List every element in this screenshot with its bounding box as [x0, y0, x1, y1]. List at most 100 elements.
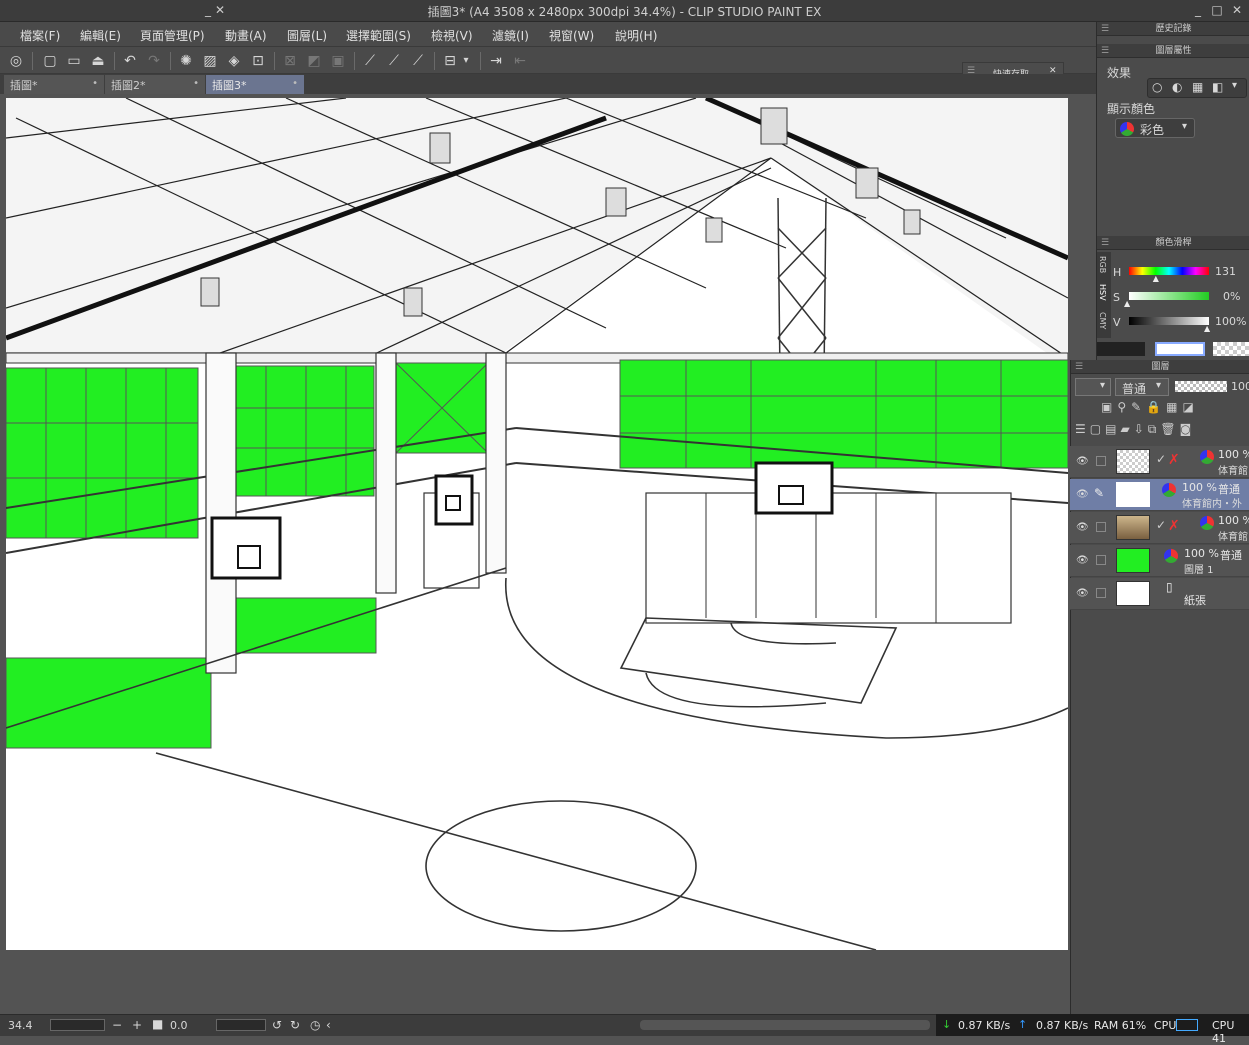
tab-illustration-3[interactable]: 插圖3* •	[206, 75, 304, 94]
tab-rgb[interactable]: RGB	[1098, 256, 1107, 273]
delete-layer-icon[interactable]: 🗑	[1160, 422, 1179, 436]
zoom-in-icon[interactable]: +	[132, 1018, 142, 1032]
redo-icon[interactable]: ↷	[144, 51, 164, 71]
draft-icon[interactable]: ✎	[1131, 400, 1146, 414]
v-value[interactable]: 100%	[1215, 315, 1246, 328]
value-slider-handle[interactable]: ▲	[1204, 324, 1210, 333]
tab-close-icon[interactable]: •	[92, 78, 98, 89]
visibility-eye-icon[interactable]: 👁	[1076, 588, 1089, 599]
tab-close-icon[interactable]: •	[193, 78, 199, 89]
layer-color-select[interactable]: ▾	[1075, 378, 1111, 396]
layer-row[interactable]: 👁 100 % 普通 圖層 1	[1070, 545, 1249, 577]
hue-slider-handle[interactable]: ▲	[1153, 274, 1159, 283]
open-file-icon[interactable]: ▭	[64, 51, 84, 71]
layer-row[interactable]: 👁 ✓ ✗ 100 % 体育館	[1070, 446, 1249, 478]
clip-icon[interactable]: ▣	[1101, 400, 1117, 414]
save-icon[interactable]: ⏏	[88, 51, 108, 71]
maximize-button[interactable]: □	[1209, 2, 1225, 18]
saturation-slider[interactable]	[1129, 292, 1209, 300]
lock-checkbox[interactable]	[1096, 555, 1106, 565]
new-folder-icon[interactable]: ▰	[1120, 422, 1133, 436]
menu-selection[interactable]: 選擇範圍(S)	[346, 27, 411, 44]
app-logo-icon[interactable]: ◎	[6, 51, 26, 71]
history-panel-header[interactable]: ☰ 歷史記錄	[1097, 22, 1249, 36]
special-ruler-snap-icon[interactable]: ⟋	[384, 51, 404, 71]
rotation-value[interactable]: 0.0	[170, 1019, 188, 1032]
layer-effect-icon[interactable]: ◧	[1212, 80, 1223, 94]
layer-property-panel-header[interactable]: ☰ 圖層屬性	[1097, 44, 1249, 58]
clear-icon[interactable]: ✺	[176, 51, 196, 71]
canvas-view-icon[interactable]: ⊟	[440, 51, 460, 71]
minimize-button[interactable]: _	[1190, 2, 1206, 18]
merge-icon[interactable]: ⧉	[1148, 422, 1161, 436]
ref-layer-icon[interactable]: ⚲	[1117, 400, 1131, 414]
lock-checkbox[interactable]	[1096, 588, 1106, 598]
new-vector-layer-icon[interactable]: ▤	[1105, 422, 1120, 436]
fit-icon[interactable]: ■	[152, 1017, 163, 1031]
value-slider[interactable]	[1129, 317, 1209, 325]
blend-mode-select[interactable]: 普通 ▾	[1115, 378, 1169, 396]
transform-icon[interactable]: ⊡	[248, 51, 268, 71]
rotate-left-icon[interactable]: ↺	[272, 1018, 282, 1032]
sub-color-swatch[interactable]	[1155, 342, 1205, 356]
zoom-out-icon[interactable]: −	[112, 1018, 122, 1032]
rotation-slider[interactable]	[216, 1019, 266, 1031]
opacity-value[interactable]: 100	[1231, 380, 1249, 393]
ruler-snap-icon[interactable]: ⟋	[360, 51, 380, 71]
opacity-slider[interactable]	[1175, 381, 1227, 392]
layer-row-paper[interactable]: 👁 ▯ 紙張	[1070, 578, 1249, 610]
zoom-value[interactable]: 34.4	[8, 1019, 33, 1032]
reset-rotation-icon[interactable]: ◷	[310, 1018, 320, 1032]
mask-icon[interactable]: ◪	[1183, 400, 1199, 414]
chevron-down-icon[interactable]: ▾	[1232, 80, 1237, 91]
tone-effect-icon[interactable]: ◐	[1172, 80, 1182, 94]
import-icon[interactable]: ⇥	[486, 51, 506, 71]
show-selection-icon[interactable]: ▣	[328, 51, 348, 71]
zoom-slider[interactable]	[50, 1019, 105, 1031]
main-color-swatch[interactable]	[1097, 342, 1145, 356]
invert-selection-icon[interactable]: ◩	[304, 51, 324, 71]
color-slider-panel-header[interactable]: ☰ 顏色滑桿	[1097, 236, 1249, 250]
lock-checkbox[interactable]	[1096, 522, 1106, 532]
visibility-eye-icon[interactable]: 👁	[1076, 489, 1089, 500]
layer-panel-menu-icon[interactable]: ☰	[1075, 422, 1090, 436]
menu-animation[interactable]: 動畫(A)	[225, 27, 267, 44]
menu-help[interactable]: 說明(H)	[615, 27, 657, 44]
new-raster-layer-icon[interactable]: ▢	[1090, 422, 1105, 436]
tab-close-icon[interactable]: •	[292, 78, 298, 89]
rotate-right-icon[interactable]: ↻	[290, 1018, 300, 1032]
visibility-eye-icon[interactable]: 👁	[1076, 522, 1089, 533]
transparent-color-swatch[interactable]	[1213, 342, 1249, 356]
transfer-down-icon[interactable]: ⇩	[1134, 422, 1148, 436]
tab-hsv[interactable]: HSV	[1098, 284, 1107, 301]
chevron-down-icon[interactable]: ▾	[460, 51, 472, 71]
drawing-canvas[interactable]	[6, 98, 1068, 950]
menu-edit[interactable]: 編輯(E)	[80, 27, 121, 44]
menu-window[interactable]: 視窗(W)	[549, 27, 594, 44]
mask-add-icon[interactable]: ◙	[1180, 422, 1196, 436]
menu-page[interactable]: 頁面管理(P)	[140, 27, 205, 44]
s-value[interactable]: 0%	[1223, 290, 1240, 303]
lock-icon[interactable]: 🔒	[1146, 400, 1166, 414]
horizontal-scrollbar[interactable]	[640, 1020, 930, 1030]
export-icon[interactable]: ⇤	[510, 51, 530, 71]
hue-slider[interactable]	[1129, 267, 1209, 275]
visibility-eye-icon[interactable]: 👁	[1076, 456, 1089, 467]
undo-icon[interactable]: ↶	[120, 51, 140, 71]
border-effect-icon[interactable]: ○	[1152, 80, 1162, 94]
menu-view[interactable]: 檢視(V)	[431, 27, 473, 44]
menu-file[interactable]: 檔案(F)	[20, 27, 60, 44]
lock-checkbox[interactable]	[1096, 456, 1106, 466]
h-value[interactable]: 131	[1215, 265, 1236, 278]
deselect-icon[interactable]: ⊠	[280, 51, 300, 71]
visibility-eye-icon[interactable]: 👁	[1076, 555, 1089, 566]
layer-row-selected[interactable]: 👁 ✎ 100 % 普通 体育館内・外	[1070, 479, 1249, 511]
tab-illustration-2[interactable]: 插圖2* •	[105, 75, 205, 94]
grid-snap-icon[interactable]: ⟋	[408, 51, 428, 71]
tab-illustration-1[interactable]: 插圖* •	[4, 75, 104, 94]
layer-row[interactable]: 👁 ✓ ✗ 100 % 体育館	[1070, 512, 1249, 544]
menu-layer[interactable]: 圖層(L)	[287, 27, 327, 44]
menu-filter[interactable]: 濾鏡(I)	[492, 27, 529, 44]
tab-cmy[interactable]: CMY	[1098, 312, 1107, 329]
saturation-slider-handle[interactable]: ▲	[1124, 299, 1130, 308]
